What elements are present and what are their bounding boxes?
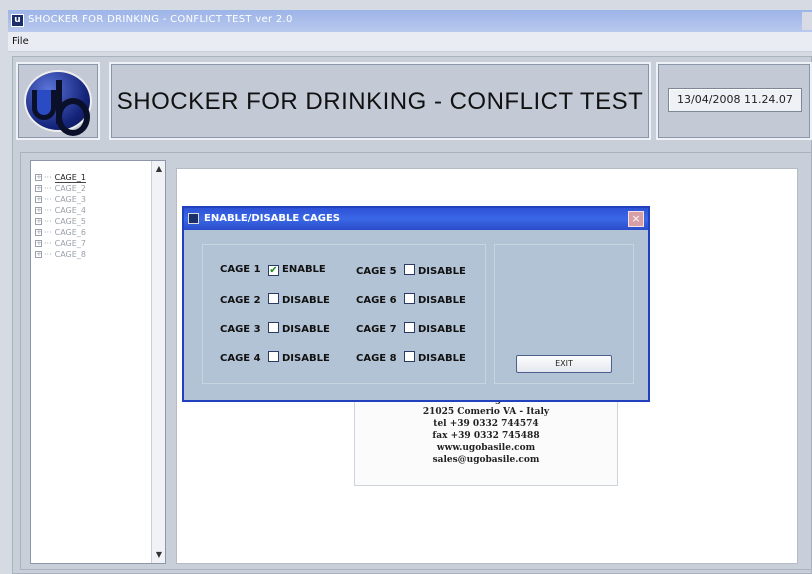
dialog-close-button[interactable]: × xyxy=(628,211,644,227)
cage-2-checkbox[interactable] xyxy=(268,293,279,304)
title-bar: u SHOCKER FOR DRINKING - CONFLICT TEST v… xyxy=(8,10,812,32)
cage-6-label: CAGE 6 xyxy=(356,295,397,306)
cage-1-checkbox[interactable]: ✔ xyxy=(268,265,279,276)
expand-icon[interactable]: + xyxy=(35,251,42,258)
logo-letter-u xyxy=(32,90,56,120)
window-close-button[interactable] xyxy=(802,12,812,30)
cage-8-label: CAGE 8 xyxy=(356,353,397,364)
window-title: SHOCKER FOR DRINKING - CONFLICT TEST ver… xyxy=(28,14,293,25)
cage-2-state: DISABLE xyxy=(282,295,330,306)
cage-7-checkbox[interactable] xyxy=(404,322,415,333)
menu-bar: File xyxy=(8,32,812,52)
cage-3-row: CAGE 3 DISABLE xyxy=(220,322,330,335)
cage-7-state: DISABLE xyxy=(418,324,466,335)
expand-icon[interactable]: + xyxy=(35,240,42,247)
cage-2-row: CAGE 2 DISABLE xyxy=(220,293,330,306)
tree-item-cage-8[interactable]: + ··· CAGE_8 xyxy=(35,250,86,261)
cage-1-state: ENABLE xyxy=(282,264,326,275)
logo-letter-b xyxy=(56,80,90,136)
info-tel: tel +39 0332 744574 xyxy=(433,419,539,429)
tree-item-cage-5[interactable]: + ··· CAGE_5 xyxy=(35,217,86,228)
tree-item-cage-2[interactable]: + ··· CAGE_2 xyxy=(35,184,86,195)
cage-6-state: DISABLE xyxy=(418,295,466,306)
cage-5-checkbox[interactable] xyxy=(404,264,415,275)
enable-disable-dialog: ENABLE/DISABLE CAGES × CAGE 1 ✔ ENABLE CAG… xyxy=(182,206,650,402)
expand-icon[interactable]: + xyxy=(35,196,42,203)
dialog-title-bar[interactable]: ENABLE/DISABLE CAGES × xyxy=(184,208,648,230)
ugo-basile-logo xyxy=(24,70,92,136)
tree-item-cage-4[interactable]: + ··· CAGE_4 xyxy=(35,206,86,217)
cage-tree[interactable]: + ··· CAGE_1 + ··· CAGE_2 + ··· CAGE_3 + ··· CAG… xyxy=(30,160,166,564)
cage-7-label: CAGE 7 xyxy=(356,324,397,335)
tree-item-cage-3[interactable]: + ··· CAGE_3 xyxy=(35,195,86,206)
cage-7-row: CAGE 7 DISABLE xyxy=(356,322,466,335)
cage-3-state: DISABLE xyxy=(282,324,330,335)
cage-8-row: CAGE 8 DISABLE xyxy=(356,351,466,364)
cage-1-row: CAGE 1 ✔ ENABLE xyxy=(220,264,326,276)
cage-1-label: CAGE 1 xyxy=(220,264,261,275)
info-fax: fax +39 0332 745488 xyxy=(432,431,540,441)
scroll-up-icon[interactable]: ▲ xyxy=(153,163,165,175)
cage-5-state: DISABLE xyxy=(418,266,466,277)
menu-file[interactable]: File xyxy=(12,36,29,47)
expand-icon[interactable]: + xyxy=(35,207,42,214)
info-city: 21025 Comerio VA - Italy xyxy=(422,407,550,417)
dialog-title: ENABLE/DISABLE CAGES xyxy=(204,213,341,224)
cage-3-checkbox[interactable] xyxy=(268,322,279,333)
expand-icon[interactable]: + xyxy=(35,229,42,236)
app-icon: u xyxy=(11,14,24,27)
expand-icon[interactable]: + xyxy=(35,218,42,225)
cage-4-row: CAGE 4 DISABLE xyxy=(220,351,330,364)
info-email: sales@ugobasile.com xyxy=(432,455,540,465)
cage-5-row: CAGE 5 DISABLE xyxy=(356,264,466,277)
cage-2-label: CAGE 2 xyxy=(220,295,261,306)
cage-4-checkbox[interactable] xyxy=(268,351,279,362)
logo-panel xyxy=(16,62,100,140)
info-website: www.ugobasile.com xyxy=(436,443,536,453)
cage-6-row: CAGE 6 DISABLE xyxy=(356,293,466,306)
cage-8-checkbox[interactable] xyxy=(404,351,415,362)
datetime-panel: 13/04/2008 11.24.07 xyxy=(656,62,812,140)
expand-icon[interactable]: + xyxy=(35,174,42,181)
tree-item-cage-6[interactable]: + ··· CAGE_6 xyxy=(35,228,86,239)
exit-button[interactable]: EXIT xyxy=(516,355,612,373)
cage-5-label: CAGE 5 xyxy=(356,266,397,277)
datetime-field: 13/04/2008 11.24.07 xyxy=(668,88,802,112)
cage-8-state: DISABLE xyxy=(418,353,466,364)
tree-item-cage-1[interactable]: + ··· CAGE_1 xyxy=(35,173,86,184)
app-window: u SHOCKER FOR DRINKING - CONFLICT TEST v… xyxy=(0,0,812,574)
cage-4-label: CAGE 4 xyxy=(220,353,261,364)
cage-3-label: CAGE 3 xyxy=(220,324,261,335)
page-title: SHOCKER FOR DRINKING - CONFLICT TEST xyxy=(116,88,644,115)
tree-scrollbar[interactable]: ▲ ▼ xyxy=(151,161,165,563)
scroll-down-icon[interactable]: ▼ xyxy=(153,549,165,561)
dialog-app-icon xyxy=(188,213,199,224)
tree-item-cage-7[interactable]: + ··· CAGE_7 xyxy=(35,239,86,250)
cage-6-checkbox[interactable] xyxy=(404,293,415,304)
expand-icon[interactable]: + xyxy=(35,185,42,192)
header-panel: SHOCKER FOR DRINKING - CONFLICT TEST xyxy=(109,62,651,140)
cage-4-state: DISABLE xyxy=(282,353,330,364)
datetime-value: 13/04/2008 11.24.07 xyxy=(677,93,793,106)
